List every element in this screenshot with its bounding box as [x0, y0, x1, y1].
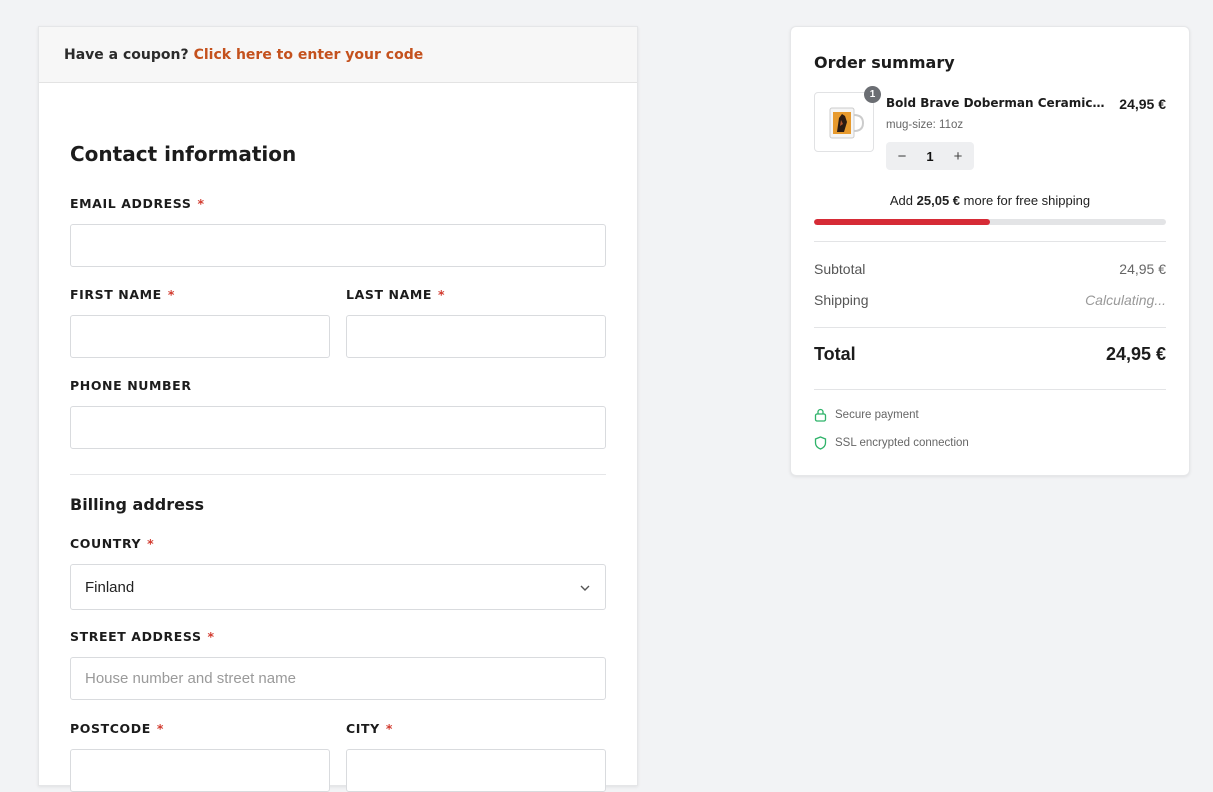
free-shipping-progress: [814, 219, 1166, 225]
first-name-label-text: FIRST NAME: [70, 287, 162, 302]
street-label: STREET ADDRESS *: [70, 629, 215, 644]
product-name: Bold Brave Doberman Ceramic Mug: [886, 96, 1108, 110]
street-label-text: STREET ADDRESS: [70, 629, 202, 644]
quantity-badge: 1: [864, 86, 881, 103]
ssl-badge: SSL encrypted connection: [814, 436, 969, 450]
last-name-label-text: LAST NAME: [346, 287, 433, 302]
shipping-value: Calculating...: [1085, 292, 1166, 308]
country-value: Finland: [85, 578, 135, 596]
country-select[interactable]: Finland: [70, 564, 606, 610]
quantity-stepper: − 1 +: [886, 142, 974, 170]
shipping-msg-pre: Add: [889, 193, 914, 208]
order-summary-panel: Order summary 1 Bold Brave Doberman Cera…: [790, 26, 1190, 476]
free-shipping-message: Add 25,05 € more for free shipping: [814, 193, 1166, 208]
total-row: Total 24,95 €: [814, 344, 1166, 365]
postcode-field[interactable]: [70, 749, 330, 792]
phone-label: PHONE NUMBER: [70, 378, 192, 393]
lock-icon: [814, 408, 827, 422]
email-field[interactable]: [70, 224, 606, 267]
mug-image: [829, 107, 865, 139]
country-label: COUNTRY *: [70, 536, 154, 551]
checkout-form-panel: Have a coupon? Click here to enter your …: [38, 26, 638, 792]
chevron-down-icon: [579, 579, 591, 596]
required-mark: *: [207, 629, 215, 644]
order-summary-title: Order summary: [814, 53, 955, 72]
total-label: Total: [814, 344, 856, 364]
plus-icon[interactable]: +: [950, 148, 966, 165]
quantity-value: 1: [926, 148, 934, 164]
secure-payment-badge: Secure payment: [814, 408, 919, 422]
summary-divider: [814, 389, 1166, 390]
email-label: EMAIL ADDRESS *: [70, 196, 205, 211]
shipping-row: Shipping Calculating...: [814, 292, 1166, 308]
progress-fill: [814, 219, 990, 225]
shipping-msg-amount: 25,05 €: [916, 193, 961, 208]
shipping-msg-post: more for free shipping: [963, 193, 1091, 208]
last-name-field[interactable]: [346, 315, 606, 358]
city-label: CITY *: [346, 721, 393, 736]
first-name-label: FIRST NAME *: [70, 287, 175, 302]
subtotal-value: 24,95 €: [1119, 261, 1166, 277]
product-price: 24,95 €: [1119, 96, 1166, 112]
first-name-field[interactable]: [70, 315, 330, 358]
postcode-label-text: POSTCODE: [70, 721, 151, 736]
form-body: Contact information EMAIL ADDRESS * FIRST…: [39, 27, 637, 792]
postcode-label: POSTCODE *: [70, 721, 164, 736]
required-mark: *: [438, 287, 446, 302]
minus-icon[interactable]: −: [894, 148, 910, 165]
country-label-text: COUNTRY: [70, 536, 142, 551]
total-value: 24,95 €: [1105, 344, 1166, 364]
required-mark: *: [147, 536, 155, 551]
required-mark: *: [167, 287, 175, 302]
summary-divider: [814, 241, 1166, 242]
shipping-label: Shipping: [814, 292, 869, 308]
shield-icon: [814, 436, 827, 450]
section-divider: [70, 474, 606, 475]
billing-heading: Billing address: [70, 495, 205, 514]
email-label-text: EMAIL ADDRESS: [70, 196, 192, 211]
product-variant: mug-size: 11oz: [886, 119, 964, 131]
required-mark: *: [197, 196, 205, 211]
phone-field[interactable]: [70, 406, 606, 449]
summary-divider: [814, 327, 1166, 328]
subtotal-label: Subtotal: [814, 261, 866, 277]
street-address-field[interactable]: [70, 657, 606, 700]
required-mark: *: [156, 721, 164, 736]
city-label-text: CITY: [346, 721, 380, 736]
ssl-text: SSL encrypted connection: [835, 437, 969, 449]
contact-heading: Contact information: [70, 142, 297, 166]
secure-payment-text: Secure payment: [835, 409, 919, 421]
last-name-label: LAST NAME *: [346, 287, 445, 302]
required-mark: *: [385, 721, 393, 736]
subtotal-row: Subtotal 24,95 €: [814, 261, 1166, 277]
city-field[interactable]: [346, 749, 606, 792]
product-thumbnail: [814, 92, 874, 152]
